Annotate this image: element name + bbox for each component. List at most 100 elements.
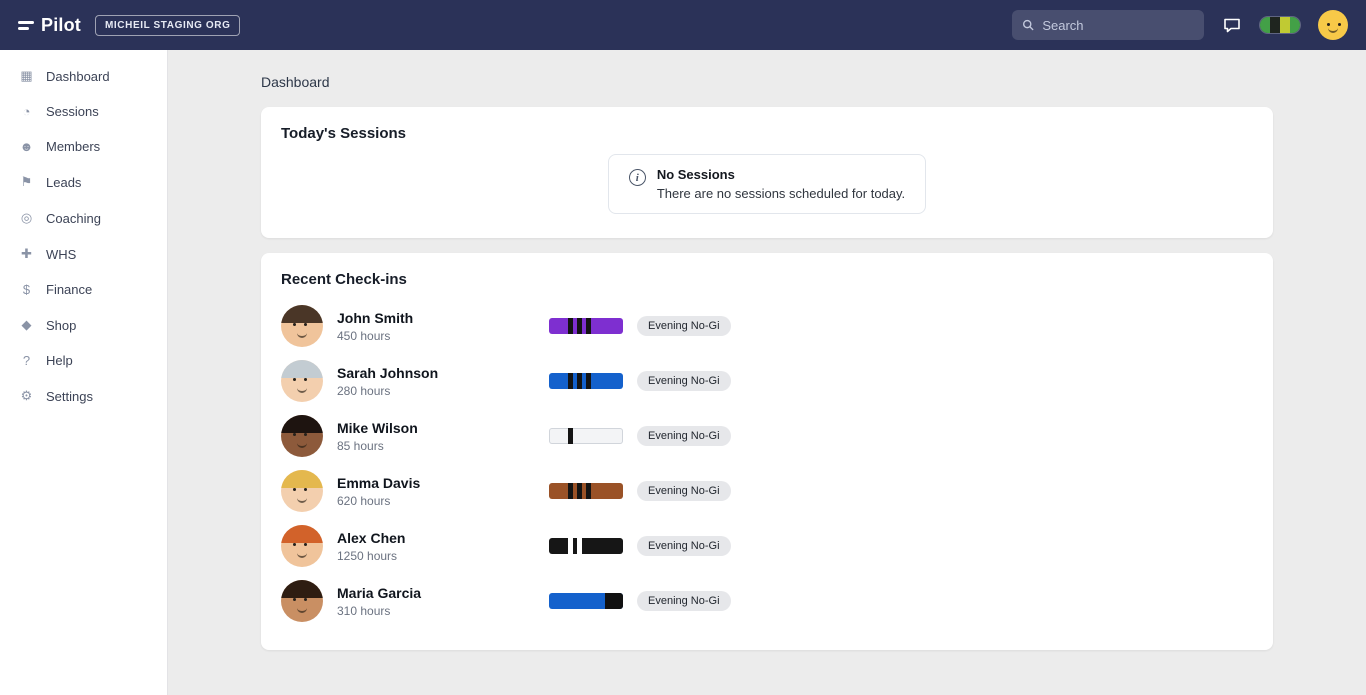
member-avatar: [281, 305, 323, 347]
avatar-hair: [281, 305, 323, 324]
chat-icon[interactable]: [1222, 15, 1242, 35]
sidebar-item-label: Coaching: [46, 210, 101, 226]
alert-text: There are no sessions scheduled for toda…: [656, 186, 906, 201]
sidebar-item-icon: ⚙: [20, 388, 33, 403]
sidebar-item-label: Dashboard: [46, 68, 110, 84]
avatar-hair: [281, 525, 323, 544]
sidebar: ▦ Dashboard ◔ Sessions ☻ Members ⚑ Leads…: [0, 50, 168, 695]
recent-checkins-card: Recent Check-ins John Smith 450 hours Ev…: [261, 253, 1273, 650]
member-avatar: [281, 470, 323, 512]
avatar-hair: [281, 580, 323, 599]
member-name: Sarah Johnson: [337, 364, 439, 381]
user-belt-indicator[interactable]: [1260, 17, 1300, 33]
today-sessions-title: Today's Sessions: [281, 125, 407, 142]
member-avatar: [281, 415, 323, 457]
belt-bar: [549, 373, 623, 389]
checkin-row[interactable]: John Smith 450 hours Evening No-Gi: [281, 302, 1253, 350]
sidebar-item-members[interactable]: ☻ Members: [0, 129, 167, 164]
sidebar-item-icon: ✚: [21, 246, 32, 261]
search-bar[interactable]: [1012, 10, 1204, 40]
sidebar-item-dashboard[interactable]: ▦ Dashboard: [0, 58, 167, 94]
sidebar-item-whs[interactable]: ✚ WHS: [0, 236, 167, 272]
no-sessions-alert: i No Sessions There are no sessions sche…: [607, 154, 927, 214]
sidebar-item-icon: ?: [22, 353, 31, 368]
search-icon: [1023, 19, 1034, 31]
member-info: Mike Wilson 85 hours: [337, 420, 549, 453]
member-name: John Smith: [337, 309, 414, 326]
topbar: Pilot MICHEIL STAGING ORG: [0, 0, 1366, 50]
checkin-row[interactable]: Emma Davis 620 hours Evening No-Gi: [281, 467, 1253, 515]
belt-bar: [549, 428, 623, 444]
member-info: John Smith 450 hours: [337, 310, 549, 343]
sidebar-item-icon: ◔: [22, 104, 31, 119]
sidebar-item-finance[interactable]: $ Finance: [0, 272, 167, 307]
belt-bar: [549, 593, 623, 609]
sidebar-item-sessions[interactable]: ◔ Sessions: [0, 94, 167, 129]
checkin-row[interactable]: Maria Garcia 310 hours Evening No-Gi: [281, 577, 1253, 625]
sidebar-item-label: WHS: [46, 246, 77, 262]
avatar-hair: [281, 415, 323, 434]
pilot-logo-icon: [18, 20, 34, 30]
search-input[interactable]: [1042, 17, 1194, 33]
sidebar-item-leads[interactable]: ⚑ Leads: [0, 164, 167, 200]
avatar-hair: [281, 470, 323, 489]
sidebar-item-shop[interactable]: ◆ Shop: [0, 307, 167, 343]
member-avatar: [281, 360, 323, 402]
member-info: Alex Chen 1250 hours: [337, 530, 549, 563]
member-hours: 280 hours: [337, 383, 391, 398]
member-info: Sarah Johnson 280 hours: [337, 365, 549, 398]
sidebar-item-label: Help: [46, 353, 73, 368]
sidebar-item-settings[interactable]: ⚙ Settings: [0, 378, 167, 414]
org-badge: MICHEIL STAGING ORG: [95, 14, 241, 36]
member-hours: 85 hours: [337, 438, 384, 453]
sidebar-item-icon: ⚑: [20, 174, 33, 189]
belt-bar: [549, 318, 623, 334]
sidebar-nav: ▦ Dashboard ◔ Sessions ☻ Members ⚑ Leads…: [0, 58, 167, 414]
member-hours: 620 hours: [337, 493, 391, 508]
sidebar-item-label: Leads: [46, 174, 82, 190]
member-name: Mike Wilson: [337, 419, 418, 436]
member-name: Emma Davis: [337, 474, 421, 491]
sidebar-item-label: Sessions: [46, 104, 99, 119]
checkin-class-badge: Evening No-Gi: [637, 536, 731, 556]
sidebar-item-label: Settings: [46, 388, 93, 404]
sidebar-item-icon: ▦: [20, 68, 33, 83]
checkin-class-badge: Evening No-Gi: [637, 481, 731, 501]
recent-checkins-title: Recent Check-ins: [281, 271, 407, 288]
sidebar-item-icon: ◆: [21, 317, 32, 332]
belt-bar: [549, 538, 623, 554]
checkin-row[interactable]: Sarah Johnson 280 hours Evening No-Gi: [281, 357, 1253, 405]
member-name: Maria Garcia: [337, 584, 422, 601]
sidebar-item-label: Finance: [46, 282, 93, 297]
avatar-hair: [281, 360, 323, 379]
checkin-class-badge: Evening No-Gi: [637, 371, 731, 391]
alert-title: No Sessions: [656, 167, 735, 182]
info-icon: i: [628, 169, 646, 186]
member-hours: 450 hours: [337, 328, 391, 343]
checkin-class-badge: Evening No-Gi: [637, 316, 731, 336]
user-avatar[interactable]: [1318, 10, 1348, 40]
member-info: Maria Garcia 310 hours: [337, 585, 549, 618]
checkin-class-badge: Evening No-Gi: [637, 426, 731, 446]
sidebar-item-label: Shop: [46, 317, 77, 333]
member-avatar: [281, 580, 323, 622]
breadcrumb[interactable]: Dashboard: [261, 74, 330, 90]
pilot-logo-text: Pilot: [41, 14, 81, 35]
sidebar-item-icon: $: [22, 282, 31, 297]
checkin-row[interactable]: Alex Chen 1250 hours Evening No-Gi: [281, 522, 1253, 570]
sidebar-item-coaching[interactable]: ◎ Coaching: [0, 200, 167, 236]
pilot-logo[interactable]: Pilot: [18, 15, 81, 36]
today-sessions-card: Today's Sessions i No Sessions There are…: [261, 107, 1273, 238]
member-name: Alex Chen: [337, 529, 406, 546]
member-info: Emma Davis 620 hours: [337, 475, 549, 508]
sidebar-item-help[interactable]: ? Help: [0, 343, 167, 378]
belt-bar: [549, 483, 623, 499]
member-avatar: [281, 525, 323, 567]
checkin-row[interactable]: Mike Wilson 85 hours Evening No-Gi: [281, 412, 1253, 460]
member-hours: 310 hours: [337, 603, 391, 618]
sidebar-item-icon: ◎: [20, 210, 33, 225]
sidebar-item-icon: ☻: [19, 139, 34, 154]
checkin-class-badge: Evening No-Gi: [637, 591, 731, 611]
member-hours: 1250 hours: [337, 548, 398, 563]
main-content: Dashboard Today's Sessions i No Sessions…: [168, 50, 1366, 695]
